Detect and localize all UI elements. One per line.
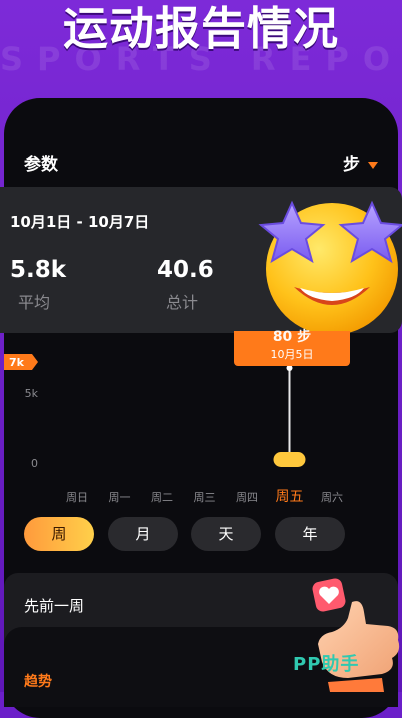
unit-selector[interactable]: 步 xyxy=(343,150,378,175)
x-category-label: 周六 xyxy=(321,491,343,504)
x-category-label: 周二 xyxy=(151,491,173,504)
watermark-text: PP助手 xyxy=(293,654,360,675)
average-stat: 5.8k 平均 xyxy=(10,257,66,313)
tooltip-value: 80 步 xyxy=(272,329,312,345)
period-tab-day[interactable]: 天 xyxy=(191,517,261,551)
banner-title: 运动报告情况 xyxy=(62,2,339,55)
x-category-label: 周四 xyxy=(236,491,258,504)
average-label: 平均 xyxy=(18,293,51,312)
star-eyes-emoji-icon xyxy=(258,200,402,335)
total-stat: 40.6 总计 xyxy=(157,257,214,313)
period-tab-year[interactable]: 年 xyxy=(275,517,345,551)
trend-title: 趋势 xyxy=(24,674,52,690)
tooltip-date: 10月5日 xyxy=(270,348,314,361)
x-category-label: 周五 xyxy=(276,489,304,505)
chart-max-badge-label: 7k xyxy=(9,356,25,369)
x-category-label: 周日 xyxy=(66,491,88,504)
previous-week-title: 先前一周 xyxy=(24,597,85,615)
chart-tooltip: 80 步 10月5日 xyxy=(234,329,350,366)
period-tab-week[interactable]: 周 xyxy=(24,517,94,551)
x-category-label: 周一 xyxy=(109,491,131,504)
date-range: 10月1日 - 10月7日 xyxy=(10,213,150,231)
parameter-label: 参数 xyxy=(24,155,58,175)
total-label: 总计 xyxy=(166,293,199,312)
caret-down-icon xyxy=(368,161,378,169)
bar-5 xyxy=(273,452,306,467)
total-value: 40.6 xyxy=(157,257,214,283)
period-tab-month[interactable]: 月 xyxy=(108,517,178,551)
unit-label: 步 xyxy=(343,155,360,175)
average-value: 5.8k xyxy=(10,257,67,283)
x-category-label: 周三 xyxy=(194,491,216,504)
y-tick-label: 5k xyxy=(25,387,39,400)
y-tick-label: 0 xyxy=(31,457,38,470)
parameter-header: 参数 步 xyxy=(24,150,378,175)
